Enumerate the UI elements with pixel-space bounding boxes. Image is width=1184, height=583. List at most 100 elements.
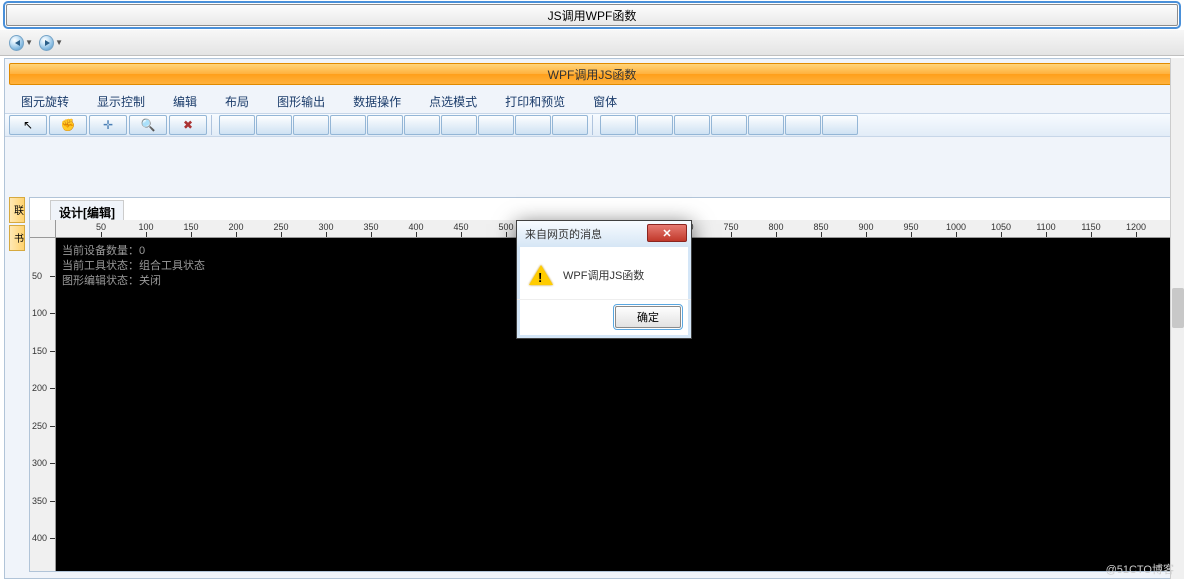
toolbar-group-1 — [219, 115, 588, 135]
tool-blank[interactable] — [785, 115, 821, 135]
menu-data[interactable]: 数据操作 — [339, 89, 415, 113]
ruler-tick: 1200 — [1126, 222, 1146, 232]
forward-arrow-icon — [39, 35, 54, 51]
scroll-thumb[interactable] — [1172, 288, 1184, 328]
ruler-tick: 400 — [32, 533, 47, 543]
chevron-down-icon: ▼ — [25, 38, 33, 47]
tool-blank[interactable] — [256, 115, 292, 135]
ruler-tick: 950 — [903, 222, 918, 232]
watermark: @51CTO博客 — [1106, 561, 1174, 577]
ruler-tick: 900 — [858, 222, 873, 232]
ruler-tick: 250 — [273, 222, 288, 232]
status-text: 当前设备数量：0 当前工具状态：组合工具状态 图形编辑状态：关闭 — [62, 244, 205, 289]
message-dialog: 来自网页的消息 ✕ WPF调用JS函数 确定 — [516, 220, 692, 339]
top-button-label: JS调用WPF函数 — [548, 7, 637, 24]
zoom-icon: 🔍 — [141, 118, 156, 132]
side-tab-1[interactable]: 联 — [9, 197, 25, 223]
warning-icon — [529, 265, 553, 285]
tool-blank[interactable] — [441, 115, 477, 135]
ruler-corner — [30, 220, 56, 238]
toolbar-group-2 — [600, 115, 858, 135]
menu-window[interactable]: 窗体 — [579, 89, 631, 113]
dialog-footer: 确定 — [517, 299, 691, 338]
ruler-tick: 450 — [453, 222, 468, 232]
menu-print[interactable]: 打印和预览 — [491, 89, 579, 113]
menu-export[interactable]: 图形输出 — [263, 89, 339, 113]
ruler-tick: 750 — [723, 222, 738, 232]
tool-blank[interactable] — [330, 115, 366, 135]
target-icon: ✛ — [103, 118, 113, 132]
tool-hand[interactable]: ✊ — [49, 115, 87, 135]
menu-rotate[interactable]: 图元旋转 — [7, 89, 83, 113]
tool-zoom[interactable]: 🔍 — [129, 115, 167, 135]
dialog-message: WPF调用JS函数 — [563, 267, 644, 283]
ruler-tick: 50 — [32, 271, 42, 281]
tool-blank[interactable] — [637, 115, 673, 135]
tool-blank[interactable] — [674, 115, 710, 135]
ruler-tick: 350 — [363, 222, 378, 232]
wpf-call-js-button[interactable]: WPF调用JS函数 — [9, 63, 1175, 85]
vertical-scrollbar[interactable] — [1170, 58, 1184, 579]
hand-icon: ✊ — [61, 118, 76, 132]
toolbar: ↖ ✊ ✛ 🔍 ✖ — [5, 113, 1179, 137]
side-tab-2[interactable]: 书 — [9, 225, 25, 251]
ruler-tick: 300 — [32, 458, 47, 468]
tool-blank[interactable] — [219, 115, 255, 135]
tool-target[interactable]: ✛ — [89, 115, 127, 135]
menu-layout[interactable]: 布局 — [211, 89, 263, 113]
ruler-tick: 150 — [32, 346, 47, 356]
tools-icon: ✖ — [183, 118, 193, 132]
nav-back-button[interactable]: ▼ — [8, 33, 34, 53]
ruler-tick: 1100 — [1036, 222, 1055, 232]
toolbar-separator — [211, 115, 215, 135]
ruler-tick: 500 — [498, 222, 513, 232]
ruler-tick: 450 — [32, 571, 47, 572]
ruler-tick: 50 — [96, 222, 106, 232]
ruler-tick: 150 — [183, 222, 198, 232]
back-arrow-icon — [9, 35, 24, 51]
menu-edit[interactable]: 编辑 — [159, 89, 211, 113]
ruler-tick: 350 — [32, 496, 47, 506]
orange-bar-label: WPF调用JS函数 — [548, 66, 637, 83]
dialog-titlebar[interactable]: 来自网页的消息 ✕ — [517, 221, 691, 247]
side-tabs: 联 书 — [9, 197, 27, 251]
tool-blank[interactable] — [748, 115, 784, 135]
tool-cursor[interactable]: ↖ — [9, 115, 47, 135]
ruler-tick: 100 — [138, 222, 153, 232]
tool-blank[interactable] — [367, 115, 403, 135]
ruler-tick: 1000 — [946, 222, 966, 232]
ruler-tick: 250 — [32, 421, 47, 431]
tool-tools[interactable]: ✖ — [169, 115, 207, 135]
cursor-icon: ↖ — [23, 118, 33, 132]
nav-forward-button[interactable]: ▼ — [38, 33, 64, 53]
menu-select[interactable]: 点选模式 — [415, 89, 491, 113]
dialog-close-button[interactable]: ✕ — [647, 224, 687, 242]
dialog-ok-button[interactable]: 确定 — [615, 306, 681, 328]
chevron-down-icon: ▼ — [55, 38, 63, 47]
tool-blank[interactable] — [404, 115, 440, 135]
ruler-tick: 200 — [32, 383, 47, 393]
dialog-title-text: 来自网页的消息 — [525, 226, 602, 242]
ruler-tick: 800 — [768, 222, 783, 232]
ruler-tick: 100 — [32, 308, 47, 318]
tool-blank[interactable] — [293, 115, 329, 135]
tool-blank[interactable] — [822, 115, 858, 135]
tool-blank[interactable] — [600, 115, 636, 135]
tool-blank[interactable] — [478, 115, 514, 135]
nav-bar: ▼ ▼ — [0, 30, 1184, 56]
tool-blank[interactable] — [552, 115, 588, 135]
ruler-tick: 1150 — [1081, 222, 1100, 232]
close-icon: ✕ — [662, 227, 671, 240]
ruler-tick: 200 — [228, 222, 243, 232]
menu-bar: 图元旋转 显示控制 编辑 布局 图形输出 数据操作 点选模式 打印和预览 窗体 — [5, 89, 1179, 113]
tool-blank[interactable] — [515, 115, 551, 135]
js-call-wpf-button[interactable]: JS调用WPF函数 — [6, 4, 1178, 26]
tool-blank[interactable] — [711, 115, 747, 135]
ruler-tick: 400 — [408, 222, 423, 232]
vertical-ruler: 50100150200250300350400450500550 — [30, 238, 56, 571]
ruler-tick: 300 — [318, 222, 333, 232]
menu-display[interactable]: 显示控制 — [83, 89, 159, 113]
ruler-tick: 850 — [813, 222, 828, 232]
ruler-tick: 1050 — [991, 222, 1011, 232]
toolbar-separator — [592, 115, 596, 135]
